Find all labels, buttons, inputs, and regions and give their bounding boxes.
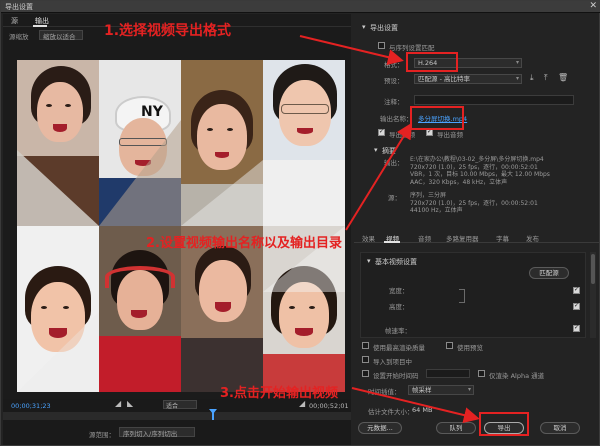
tab-source[interactable]: 源 [11,16,18,26]
tab-output-underline [33,25,47,27]
summary-header: 摘要 [382,147,396,155]
export-settings-window: 导出设置 ✕ 源 输出 源缩放 缩放以适合 NY 00;00;31;23 ◢ ◣… [0,0,600,446]
preset-label: 预设： [384,77,404,85]
file-size-value: 64 MB [412,406,433,414]
time-interpolation-label: 时间插值： [368,388,401,396]
export-settings-header: 导出设置 [370,24,398,32]
window-title: 导出设置 [5,3,33,11]
width-match-checkbox[interactable] [573,286,580,294]
use-previews-checkbox[interactable] [446,342,453,349]
diagonal-wipe-overlay [17,120,345,392]
start-timecode-input[interactable] [426,369,470,378]
playhead-marker-icon[interactable] [209,409,217,414]
tab-video-underline [384,241,400,243]
fit-select[interactable]: 适合 [163,400,197,410]
source-scaling-select[interactable]: 缩放以适合 [39,30,83,41]
timeline-scrubber[interactable] [3,409,351,420]
format-label: 格式： [384,61,404,69]
export-video-checkbox[interactable] [378,128,385,136]
comments-input[interactable] [414,95,574,105]
export-video-label: 导出视频 [389,131,415,139]
frame-rate-label: 帧速率： [385,327,411,335]
annotation-step-3: 3.点击开始输出视频 [220,386,338,401]
tab-captions[interactable]: 字幕 [496,233,509,243]
export-audio-label: 导出音频 [437,131,463,139]
match-source-button[interactable]: 匹配源 [529,267,569,279]
set-start-timecode-label: 设置开始时间码 [373,372,419,380]
mark-out-icon[interactable]: ◣ [127,399,133,408]
basic-video-collapse-icon[interactable]: ▾ [367,257,371,265]
max-render-quality-label: 使用最高渲染质量 [373,344,425,352]
summary-output-text: E:\在家办公\教程\03-02_多分屏\多分屏切换.mp4 720x720 (… [410,156,550,186]
match-sequence-label: 与序列设置匹配 [389,44,435,52]
highlight-export-button [479,412,529,436]
settings-scrollbar[interactable] [590,252,596,338]
delete-preset-icon[interactable]: 🗑 [558,73,568,82]
mark-in-icon[interactable]: ◢ [115,399,121,408]
export-audio-checkbox[interactable] [426,128,433,136]
tab-audio[interactable]: 音频 [418,233,431,243]
tab-publish[interactable]: 发布 [526,233,539,243]
annotation-step-1: 1.选择视频导出格式 [104,23,232,39]
source-scaling-label: 源缩放 [9,33,29,41]
source-range-select[interactable]: 序列切入/序列切出 [119,427,195,438]
height-match-checkbox[interactable] [573,302,580,310]
output-name-label: 输出名称： [380,115,413,123]
height-label: 高度： [389,303,409,311]
settings-subtabs: 效果 视频 音频 多路复用器 字幕 发布 [354,231,599,243]
basic-video-header: 基本视频设置 [375,258,417,266]
import-into-project-label: 导入到项目中 [373,358,412,366]
max-render-quality-checkbox[interactable] [362,342,369,349]
summary-source-text: 序列，三分屏 720x720 (1.0)，25 fps，逐行，00:00:52:… [410,192,538,215]
use-previews-label: 使用预览 [457,344,483,352]
highlight-output-name [410,106,464,130]
render-alpha-only-checkbox[interactable] [478,370,485,377]
settings-pane: ▾ 导出设置 与序列设置匹配 格式： H.264 预设： 匹配源 - 高比特率 … [354,14,599,445]
summary-source-label: 源： [388,194,401,202]
metadata-button[interactable]: 元数据... [358,422,402,434]
file-size-label: 估计文件大小： [368,408,414,416]
close-icon[interactable]: ✕ [589,1,597,11]
summary-output-label: 输出： [384,159,404,167]
width-label: 宽度： [389,287,409,295]
link-dimensions-icon[interactable] [459,289,465,303]
set-start-timecode-checkbox[interactable] [362,370,369,377]
preset-select[interactable]: 匹配源 - 高比特率 [414,74,522,84]
save-preset-icon[interactable]: ⤓ [530,73,534,83]
queue-button[interactable]: 队列 [436,422,476,434]
time-interpolation-select[interactable]: 帧采样 [408,385,474,395]
annotation-step-2: 2.设置视频输出名称以及输出目录 [146,236,342,251]
video-preview: NY [17,60,345,392]
preview-pane: 源 输出 源缩放 缩放以适合 NY 00;00;31;23 ◢ ◣ 适合 ◢ 0… [3,14,351,445]
cancel-button[interactable]: 取消 [540,422,580,434]
collapse-icon[interactable]: ▾ [362,23,366,31]
match-sequence-checkbox[interactable] [378,42,385,49]
comments-label: 注释： [384,98,404,106]
summary-collapse-icon[interactable]: ▾ [374,146,378,154]
timecode-out: 00;00;52;01 [309,402,349,410]
source-range-label: 源范围： [89,431,115,439]
tab-effects[interactable]: 效果 [362,233,375,243]
render-alpha-only-label: 仅渲染 Alpha 通道 [489,372,545,380]
highlight-format [406,52,458,72]
import-preset-icon[interactable]: ⤒ [544,73,548,83]
basic-video-settings: ▾ 基本视频设置 匹配源 宽度： 高度： 帧速率： [360,252,586,338]
title-bar: 导出设置 ✕ [1,1,600,13]
tab-multiplexer[interactable]: 多路复用器 [446,233,479,243]
timeline-bar: 00;00;31;23 ◢ ◣ 适合 ◢ 00;00;52;01 源范围： 序列… [3,399,351,445]
frame-rate-match-checkbox[interactable] [573,324,580,332]
import-into-project-checkbox[interactable] [362,356,369,363]
scrollbar-thumb[interactable] [591,254,595,284]
timecode-in: 00;00;31;23 [11,402,51,410]
